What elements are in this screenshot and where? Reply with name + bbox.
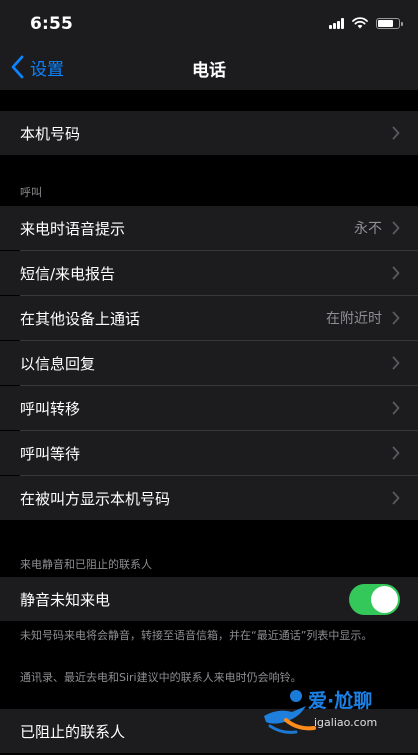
battery-icon (376, 18, 403, 29)
row-respond-with-text-label: 以信息回复 (20, 354, 96, 373)
row-blocked-contacts-label: 已阻止的联系人 (20, 722, 126, 741)
cellular-signal-icon (329, 18, 347, 29)
watermark-url: igaliao.com (314, 716, 378, 729)
chevron-right-icon (392, 491, 400, 505)
row-show-caller-id[interactable]: 在被叫方显示本机号码 (0, 476, 418, 520)
chevron-right-icon (392, 446, 400, 460)
row-calls-other-devices[interactable]: 在其他设备上通话 在附近时 (0, 296, 418, 340)
section-header-silence: 来电静音和已阻止的联系人 (20, 558, 152, 571)
row-announce-calls-label: 来电时语音提示 (20, 219, 126, 238)
watermark-logo: 爱·尬聊 igaliao.com (256, 682, 412, 742)
row-calls-other-devices-value: 在附近时 (326, 311, 382, 327)
chevron-right-icon (392, 126, 400, 140)
chevron-right-icon (392, 356, 400, 370)
row-silence-unknown: 静音未知来电 (0, 577, 418, 621)
wifi-icon (352, 17, 368, 29)
status-bar: 6:55 (0, 0, 418, 44)
section-header-calls: 呼叫 (20, 186, 42, 199)
page-title: 电话 (192, 61, 226, 81)
row-my-number-label: 本机号码 (20, 124, 81, 143)
row-announce-calls[interactable]: 来电时语音提示 永不 (0, 206, 418, 250)
row-call-waiting[interactable]: 呼叫等待 (0, 431, 418, 475)
row-calls-other-devices-label: 在其他设备上通话 (20, 309, 141, 328)
row-sms-call-reporting[interactable]: 短信/来电报告 (0, 251, 418, 295)
row-call-forwarding[interactable]: 呼叫转移 (0, 386, 418, 430)
toggle-knob (371, 586, 398, 613)
row-silence-unknown-label: 静音未知来电 (20, 590, 111, 609)
silence-unknown-toggle[interactable] (349, 584, 400, 615)
row-show-caller-id-label: 在被叫方显示本机号码 (20, 489, 171, 508)
row-my-number[interactable]: 本机号码 (0, 111, 418, 155)
navigation-bar: 设置 电话 (0, 44, 418, 90)
row-respond-with-text[interactable]: 以信息回复 (0, 341, 418, 385)
silence-footer-description: 未知号码来电将会静音，转接至语音信箱，并在“最近通话”列表中显示。 (20, 629, 373, 642)
chevron-right-icon (392, 266, 400, 280)
row-call-forwarding-label: 呼叫转移 (20, 399, 81, 418)
row-announce-calls-value: 永不 (354, 221, 382, 237)
row-call-waiting-label: 呼叫等待 (20, 444, 81, 463)
status-time: 6:55 (30, 14, 74, 34)
row-sms-call-reporting-label: 短信/来电报告 (20, 264, 116, 283)
chevron-right-icon (392, 221, 400, 235)
watermark-brand: 爱·尬聊 (308, 690, 373, 712)
chevron-right-icon (392, 311, 400, 325)
chevron-right-icon (392, 401, 400, 415)
